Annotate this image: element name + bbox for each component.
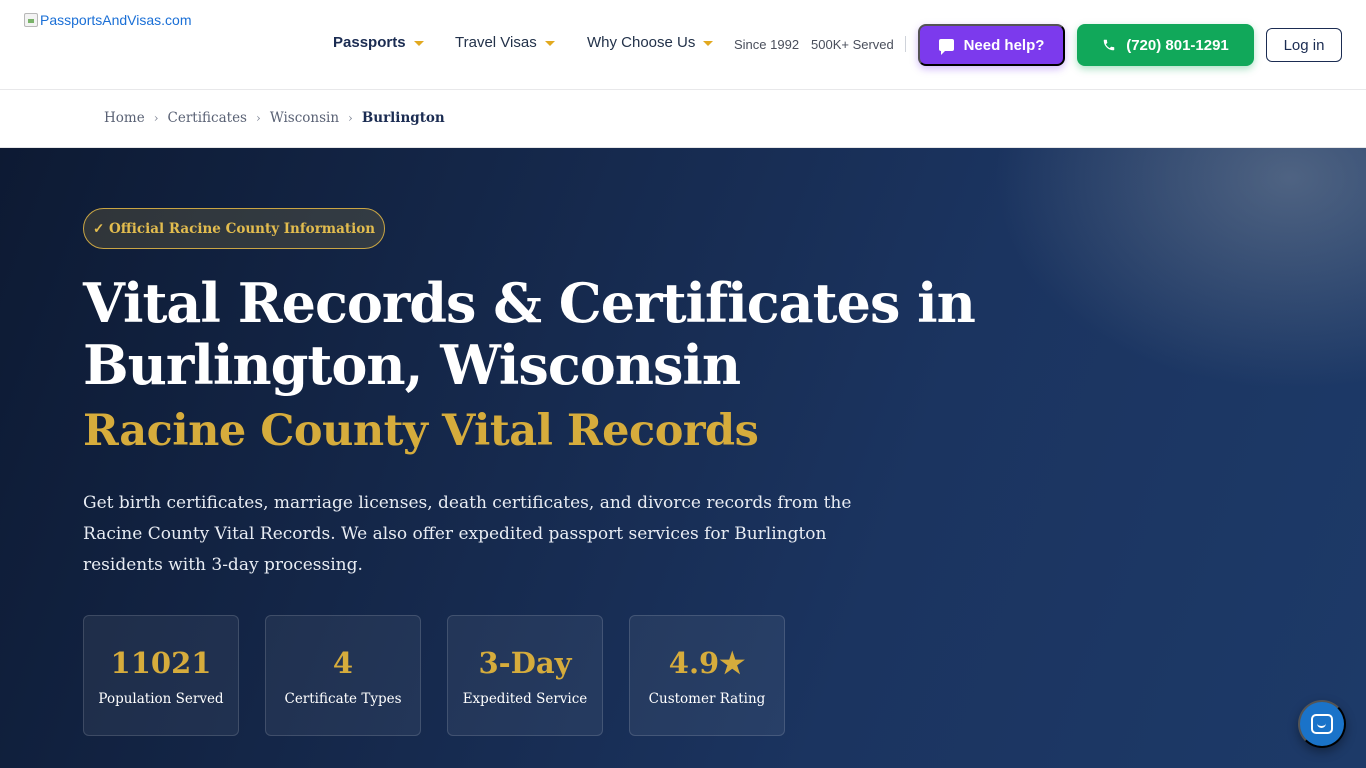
phone-icon xyxy=(1103,39,1115,51)
nav-travel-visas-label: Travel Visas xyxy=(455,34,537,51)
stat-card-certificate-types: 4 Certificate Types xyxy=(265,615,421,736)
chevron-down-icon xyxy=(544,41,555,46)
stat-label: Expedited Service xyxy=(462,690,588,707)
stat-label: Customer Rating xyxy=(648,690,766,707)
stat-value: 4 xyxy=(332,645,354,680)
official-info-badge: ✓ Official Racine County Information xyxy=(83,208,385,249)
chevron-down-icon xyxy=(703,41,714,46)
page-subtitle: Racine County Vital Records xyxy=(83,406,759,456)
site-header: PassportsAndVisas.com Passports Travel V… xyxy=(0,0,1366,90)
site-logo[interactable]: PassportsAndVisas.com xyxy=(24,12,191,28)
breadcrumb-wisconsin[interactable]: Wisconsin xyxy=(270,110,339,126)
hero-section: ✓ Official Racine County Information Vit… xyxy=(0,148,1366,768)
breadcrumb: Home › Certificates › Wisconsin › Burlin… xyxy=(0,91,1366,148)
stat-value: 11021 xyxy=(110,645,212,680)
chat-bubble-icon xyxy=(1311,714,1333,734)
stat-value: 3-Day xyxy=(478,645,572,680)
stat-card-rating: 4.9★ Customer Rating xyxy=(629,615,785,736)
nav-passports-label: Passports xyxy=(333,34,406,51)
page-title: Vital Records & Certificates in Burlingt… xyxy=(83,271,976,397)
nav-why-choose-us-label: Why Choose Us xyxy=(587,34,696,51)
hero-description: Get birth certificates, marriage license… xyxy=(83,493,852,575)
header-divider xyxy=(905,36,906,52)
chevron-down-icon xyxy=(413,41,424,46)
trust-since: Since 1992 xyxy=(734,37,800,52)
stat-label: Population Served xyxy=(98,690,224,707)
nav-travel-visas[interactable]: Travel Visas xyxy=(455,34,555,51)
breadcrumb-certificates[interactable]: Certificates xyxy=(168,110,247,126)
phone-label: (720) 801-1291 xyxy=(1126,36,1229,54)
chat-icon xyxy=(938,39,954,55)
breadcrumb-trail: Home › Certificates › Wisconsin › Burlin… xyxy=(104,110,445,126)
trust-served: 500K+ Served xyxy=(811,37,894,52)
breadcrumb-separator: › xyxy=(256,111,261,125)
chat-widget-button[interactable] xyxy=(1298,700,1346,748)
stats-row: 11021 Population Served 4 Certificate Ty… xyxy=(83,615,785,736)
breadcrumb-home[interactable]: Home xyxy=(104,110,145,126)
need-help-label: Need help? xyxy=(963,36,1045,54)
broken-image-icon xyxy=(24,13,38,27)
stat-card-expedited: 3-Day Expedited Service xyxy=(447,615,603,736)
breadcrumb-separator: › xyxy=(348,111,353,125)
stat-value: 4.9★ xyxy=(668,645,746,680)
logo-text: PassportsAndVisas.com xyxy=(40,12,192,28)
need-help-button[interactable]: Need help? xyxy=(918,24,1065,66)
stat-label: Certificate Types xyxy=(284,690,402,707)
breadcrumb-current: Burlington xyxy=(361,110,445,126)
stat-card-population: 11021 Population Served xyxy=(83,615,239,736)
nav-why-choose-us[interactable]: Why Choose Us xyxy=(587,34,714,51)
nav-passports[interactable]: Passports xyxy=(333,34,424,51)
login-button[interactable]: Log in xyxy=(1266,28,1342,62)
phone-button[interactable]: (720) 801-1291 xyxy=(1077,24,1254,66)
breadcrumb-separator: › xyxy=(153,111,159,125)
